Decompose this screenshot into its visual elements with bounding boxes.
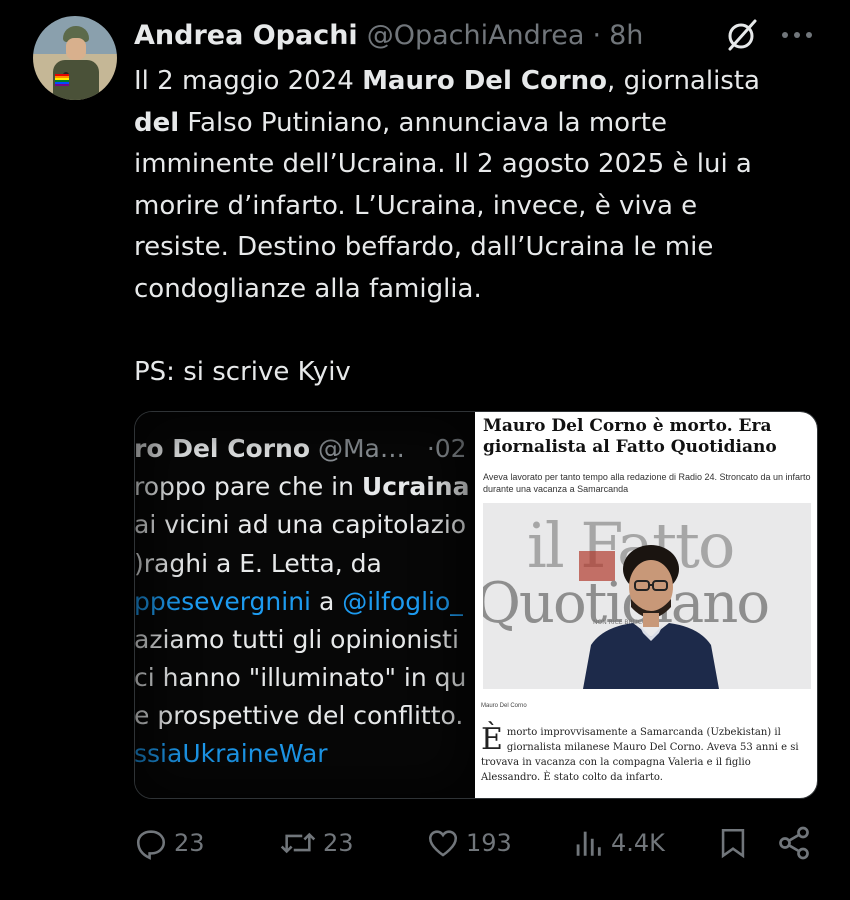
repost-icon: [280, 832, 316, 854]
embedded-author-handle: @Ma…: [317, 434, 405, 463]
embedded-date: ·02: [426, 434, 467, 463]
more-icon[interactable]: [780, 27, 814, 41]
embedded-mention: @ilfoglio_: [342, 587, 463, 616]
reply-count: 23: [174, 829, 205, 857]
share-icon: [779, 826, 809, 860]
tweet-line: morire d’infarto. L’Ucraina, invece, è v…: [134, 190, 698, 221]
tweet-text: Il 2 maggio 2024 Mauro Del Corno, giorna…: [134, 61, 834, 393]
avatar-face: [66, 38, 86, 60]
views-icon: [576, 831, 601, 856]
views-count: 4.4K: [611, 829, 665, 857]
article-body-text: morto improvvisamente a Samarcanda (Uzbe…: [481, 727, 799, 783]
author-handle[interactable]: @OpachiAndrea: [367, 20, 585, 51]
article-dropcap: È: [481, 722, 503, 757]
tweet-line: imminente dell’Ucraina. Il 2 agosto 2025…: [134, 149, 752, 179]
article-body: Èmorto improvvisamente a Samarcanda (Uzb…: [481, 725, 811, 785]
repost-button[interactable]: 23: [279, 822, 354, 864]
like-icon: [428, 830, 458, 857]
embedded-hashtag: ssiaUkraineWar: [135, 739, 328, 768]
embedded-line: e prospettive del conflitto.: [135, 701, 464, 730]
tweet-line: resiste. Destino beffardo, dall’Ucraina …: [134, 232, 714, 262]
embedded-line: ci hanno "illuminato" in qu: [135, 663, 467, 692]
views-button[interactable]: 4.4K: [571, 822, 665, 864]
embedded-line: a: [311, 587, 343, 616]
repost-count: 23: [323, 829, 354, 857]
article-title: Mauro Del Corno è morto. Era giornalista…: [483, 416, 777, 457]
tweet-line: Il 2 maggio 2024 Mauro Del Corno, giorna…: [134, 66, 760, 96]
photo-caption: Mauro Del Corno: [481, 703, 527, 709]
bookmark-button[interactable]: [716, 822, 750, 864]
media-attachment[interactable]: ro Del Corno @Ma… ·02 roppo pare che in …: [134, 411, 818, 799]
reply-icon: [136, 830, 166, 860]
embedded-author-name: ro Del Corno: [135, 434, 311, 463]
author-name[interactable]: Andrea Opachi: [134, 20, 358, 51]
embedded-tweet-screenshot[interactable]: ro Del Corno @Ma… ·02 roppo pare che in …: [135, 412, 475, 798]
article-subtitle: Aveva lavorato per tanto tempo alla reda…: [483, 472, 811, 494]
grok-icon[interactable]: [724, 17, 760, 53]
tweet-line: del Falso Putiniano, annunciava la morte: [134, 107, 667, 138]
article-photo: il Fatto Quotidiano NON RICE BBLICO: [483, 503, 811, 689]
embedded-line: roppo pare che in: [135, 472, 362, 501]
tweet-line: condoglianze alla famiglia.: [134, 273, 482, 304]
tweet-header: Andrea Opachi @OpachiAndrea · 8h: [134, 15, 643, 55]
embedded-mention: ppesevergnini: [135, 587, 311, 616]
tweet-ps: PS: si scrive Kyiv: [134, 356, 351, 387]
like-button[interactable]: 193: [426, 822, 512, 864]
embedded-line: )raghi a E. Letta, da: [135, 549, 382, 578]
share-button[interactable]: [776, 822, 812, 864]
avatar[interactable]: [33, 16, 117, 100]
avatar-rainbow-patch: [55, 74, 69, 86]
embedded-line-bold: Ucraina: [361, 472, 470, 501]
reply-button[interactable]: 23: [134, 822, 205, 864]
like-count: 193: [466, 829, 512, 857]
embedded-line: ai vicini ad una capitolazio: [135, 510, 467, 539]
tweet-time[interactable]: 8h: [609, 20, 643, 51]
news-article-screenshot[interactable]: Mauro Del Corno è morto. Era giornalista…: [475, 412, 817, 798]
photo-person: [583, 545, 719, 689]
bookmark-icon: [721, 828, 745, 859]
header-separator: ·: [592, 19, 602, 51]
embedded-line: aziamo tutti gli opinionisti: [135, 625, 459, 654]
action-bar: 23 23 193 4.4K: [134, 822, 824, 864]
